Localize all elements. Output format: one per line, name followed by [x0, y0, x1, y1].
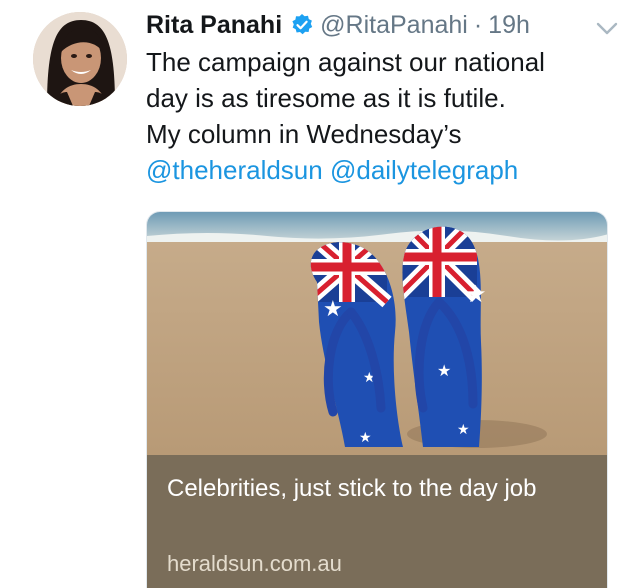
- mention-link-heraldsun[interactable]: @theheraldsun: [146, 155, 323, 185]
- mention-link-dailytelegraph[interactable]: @dailytelegraph: [330, 155, 518, 185]
- card-domain: heraldsun.com.au: [167, 551, 342, 576]
- tweet-text-line: The campaign against our national: [146, 47, 545, 77]
- tweet-header: Rita Panahi @RitaPanahi · 19h: [146, 7, 619, 43]
- tweet-text: The campaign against our national day is…: [146, 44, 626, 188]
- chevron-down-icon[interactable]: [595, 15, 619, 35]
- card-footer[interactable]: Celebrities, just stick to the day job h…: [147, 455, 607, 588]
- svg-text:★: ★: [359, 430, 372, 446]
- tweet-text-line: My column in Wednesday’s: [146, 119, 462, 149]
- tweet-timestamp[interactable]: 19h: [488, 11, 530, 40]
- link-preview-card[interactable]: ★ ★ ★ ★ ★ ★ Celebrities, just stick to t…: [146, 211, 608, 588]
- svg-text:★: ★: [437, 361, 451, 380]
- svg-text:★: ★: [465, 280, 487, 308]
- verified-badge-icon: [290, 13, 314, 37]
- author-name[interactable]: Rita Panahi: [146, 11, 282, 40]
- tweet-text-line: day is as tiresome as it is futile.: [146, 83, 506, 113]
- card-title[interactable]: Celebrities, just stick to the day job: [167, 473, 587, 505]
- author-avatar[interactable]: [33, 12, 127, 106]
- separator-dot: ·: [473, 10, 483, 39]
- svg-text:★: ★: [457, 422, 470, 438]
- card-image-flip-flops: ★ ★ ★ ★ ★ ★: [147, 212, 607, 455]
- author-handle[interactable]: @RitaPanahi: [320, 11, 468, 40]
- tweet-mentions-line: @theheraldsun @dailytelegraph: [146, 152, 626, 188]
